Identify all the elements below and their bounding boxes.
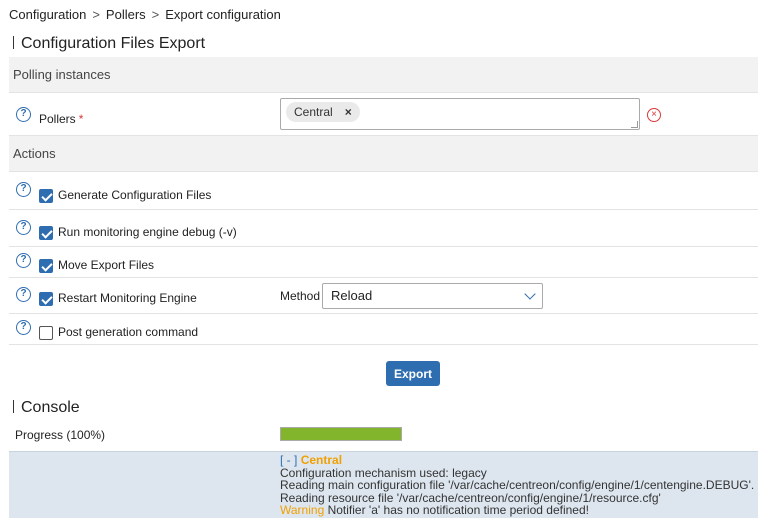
console-title-text: Console: [21, 399, 80, 416]
method-select-value: Reload: [331, 288, 373, 303]
pollers-select[interactable]: Central ×: [280, 98, 640, 130]
method-label: Method: [280, 289, 321, 303]
polling-instances-header: Polling instances: [9, 57, 758, 93]
help-circle-icon[interactable]: ?: [16, 220, 31, 235]
move-export-checkbox[interactable]: [39, 259, 53, 273]
poller-chip: Central ×: [286, 102, 360, 122]
generate-config-checkbox[interactable]: [39, 189, 53, 203]
actions-header-text: Actions: [13, 146, 56, 161]
console-text: [ - ] Central Configuration mechanism us…: [280, 454, 754, 517]
pollers-label: Pollers *: [39, 112, 84, 126]
generate-config-label: Generate Configuration Files: [58, 188, 212, 202]
method-select[interactable]: Reload: [322, 283, 543, 309]
console-warning-text: Notifier 'a' has no notification time pe…: [324, 503, 589, 518]
console-output: [ - ] Central Configuration mechanism us…: [9, 451, 758, 518]
actions-header: Actions: [9, 136, 758, 172]
breadcrumb-separator: >: [92, 7, 100, 22]
clear-circle-icon[interactable]: ×: [647, 108, 661, 122]
progress-fill: [281, 428, 401, 440]
debug-checkbox[interactable]: [39, 226, 53, 240]
page-title-text: Configuration Files Export: [21, 35, 206, 52]
title-bar: [13, 36, 14, 49]
polling-instances-header-text: Polling instances: [13, 67, 111, 82]
progress-bar: [280, 427, 402, 441]
move-export-label: Move Export Files: [58, 258, 155, 272]
console-toggle[interactable]: [ - ]: [280, 453, 297, 467]
debug-label: Run monitoring engine debug (-v): [58, 225, 237, 239]
export-button[interactable]: Export: [386, 361, 440, 386]
restart-engine-checkbox[interactable]: [39, 292, 53, 306]
help-circle-icon[interactable]: ?: [16, 253, 31, 268]
help-circle-icon[interactable]: ?: [16, 107, 31, 122]
page-title: Configuration Files Export: [13, 35, 205, 53]
breadcrumb-item-export: Export configuration: [165, 7, 281, 22]
chevron-down-icon: [524, 288, 536, 300]
console-title: Console: [13, 399, 80, 417]
progress-label: Progress (100%): [15, 428, 106, 442]
breadcrumb-item-configuration[interactable]: Configuration: [9, 7, 86, 22]
post-generation-checkbox[interactable]: [39, 326, 53, 340]
chip-remove-icon[interactable]: ×: [345, 105, 352, 119]
console-line: Reading main configuration file '/var/ca…: [280, 478, 755, 493]
console-poller-name: Central: [300, 453, 343, 467]
resize-handle[interactable]: [631, 121, 638, 128]
help-circle-icon[interactable]: ?: [16, 287, 31, 302]
breadcrumb-separator: >: [151, 7, 160, 22]
breadcrumb: Configuration > Pollers > Export configurati…: [9, 7, 281, 22]
title-bar: [13, 400, 14, 413]
console-warning-label: Warning: [280, 503, 325, 518]
help-circle-icon[interactable]: ?: [16, 182, 31, 197]
poller-chip-label: Central: [294, 105, 333, 119]
restart-engine-label: Restart Monitoring Engine: [58, 291, 197, 305]
breadcrumb-item-pollers[interactable]: Pollers: [106, 7, 146, 22]
required-mark: *: [78, 112, 84, 126]
post-generation-label: Post generation command: [58, 325, 199, 339]
help-circle-icon[interactable]: ?: [16, 320, 31, 335]
